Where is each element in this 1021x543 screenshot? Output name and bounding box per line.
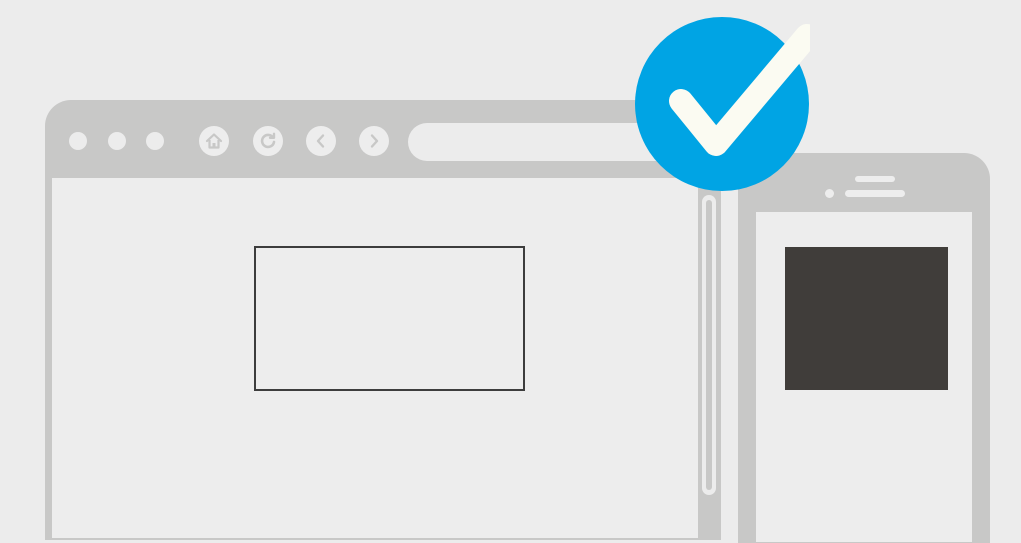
refresh-button[interactable] <box>253 126 283 156</box>
back-button[interactable] <box>306 126 336 156</box>
refresh-icon <box>260 132 276 149</box>
phone-speaker <box>845 190 905 197</box>
home-button[interactable] <box>199 126 229 156</box>
scrollbar-thumb[interactable] <box>706 200 712 490</box>
checkmark-badge-icon <box>635 17 810 191</box>
window-dot-2 <box>108 132 126 150</box>
back-icon <box>316 134 325 148</box>
window-dot-3 <box>146 132 164 150</box>
phone-image-placeholder <box>785 247 948 390</box>
home-icon <box>205 133 223 149</box>
window-dot-1 <box>69 132 87 150</box>
phone-camera <box>825 189 834 198</box>
badge-circle <box>635 17 809 191</box>
forward-button[interactable] <box>359 126 389 156</box>
forward-icon <box>370 134 379 148</box>
phone-speaker-top <box>855 176 895 182</box>
content-placeholder-box <box>254 246 525 391</box>
